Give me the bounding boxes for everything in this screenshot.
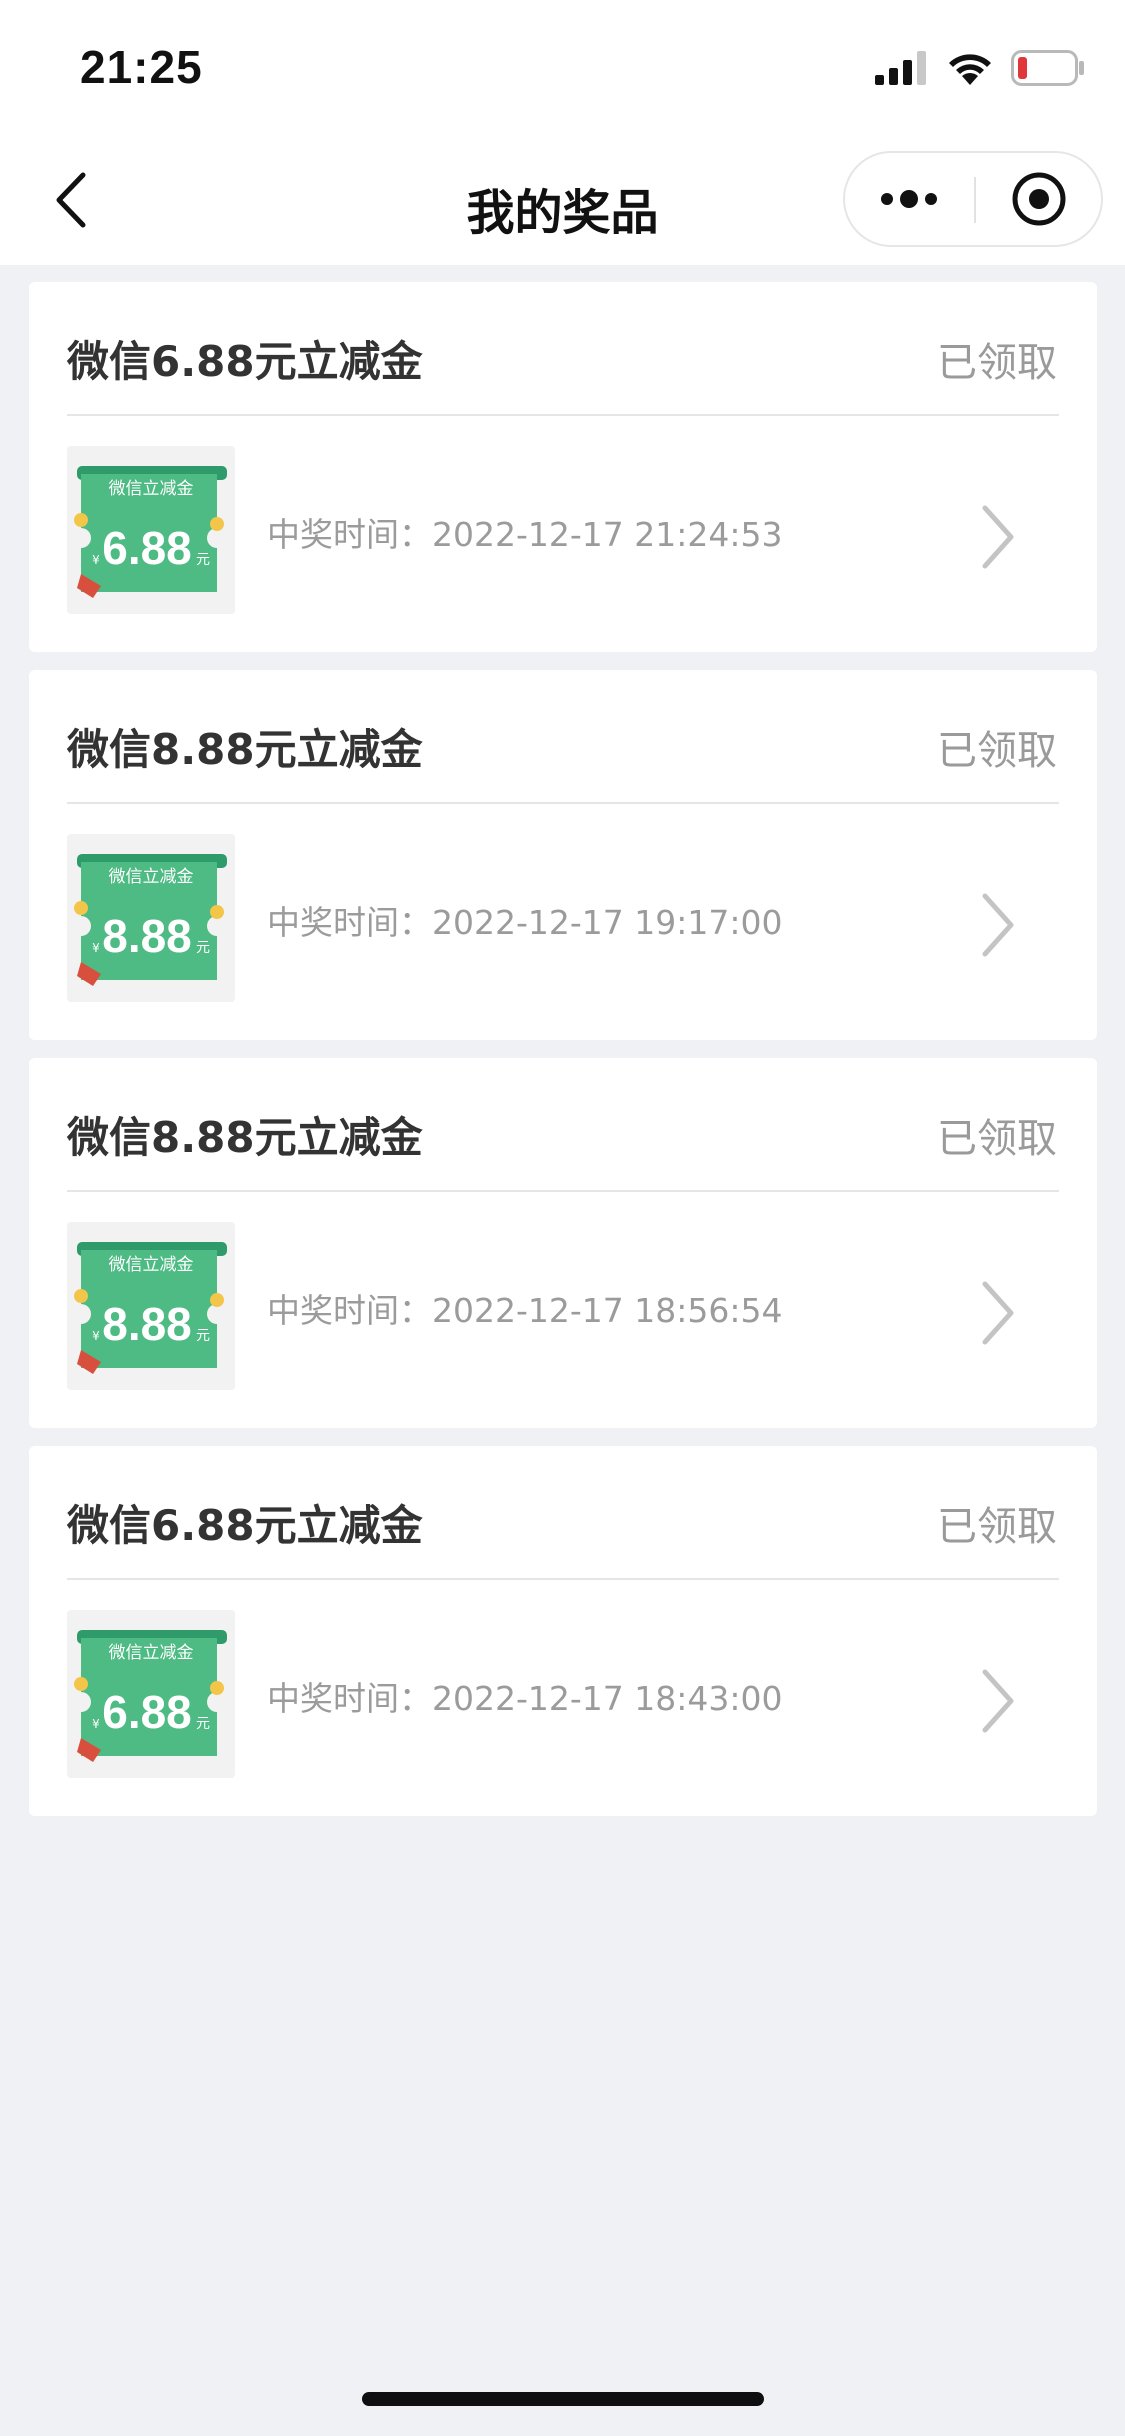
win-time: 中奖时间：2022-12-17 18:43:00 [267,1672,782,1720]
coupon-currency: ¥ [92,1329,100,1343]
coupon-image: 微信立减金 ¥ 8.88 元 [74,1242,227,1374]
coupon-thumbnail: 微信立减金 ¥ 6.88 元 [67,446,235,614]
card-divider [67,414,1059,416]
more-button[interactable] [845,153,973,245]
prize-card[interactable]: 微信6.88元立减金 已领取 微信立减金 ¥ 6.88 元 中奖时间：2022-… [29,282,1097,652]
coupon-amount: 8.88 [102,910,192,962]
prize-status: 已领取 [937,1116,1057,1162]
prize-list: 微信6.88元立减金 已领取 微信立减金 ¥ 6.88 元 中奖时间：2022-… [29,282,1097,1834]
coupon-unit: 元 [196,940,210,956]
card-divider [67,1578,1059,1580]
win-time: 中奖时间：2022-12-17 19:17:00 [267,896,782,944]
win-time-value: 2022-12-17 18:56:54 [432,1291,783,1330]
coupon-amount: 6.88 [102,522,192,574]
coupon-badge-text: 微信立减金 [109,867,194,887]
win-time-value: 2022-12-17 21:24:53 [432,515,783,554]
win-time-label: 中奖时间： [267,1291,432,1330]
coupon-unit: 元 [196,1716,210,1732]
target-circle-icon [1012,172,1065,226]
coupon-badge-text: 微信立减金 [109,1643,194,1663]
prize-card[interactable]: 微信8.88元立减金 已领取 微信立减金 ¥ 8.88 元 中奖时间：2022-… [29,670,1097,1040]
coupon-image: 微信立减金 ¥ 8.88 元 [74,854,227,986]
prize-title: 微信8.88元立减金 [67,725,423,774]
win-time-label: 中奖时间： [267,903,432,942]
card-divider [67,1190,1059,1192]
coupon-currency: ¥ [92,1717,100,1731]
more-dots-icon [881,190,937,208]
coupon-badge-text: 微信立减金 [109,1255,194,1275]
chevron-right-icon[interactable] [977,502,1017,572]
status-bar: 21:25 [0,0,1125,135]
win-time-value: 2022-12-17 18:43:00 [432,1679,783,1718]
coupon-unit: 元 [196,552,210,568]
wifi-icon [949,54,991,85]
win-time-label: 中奖时间： [267,1679,432,1718]
prize-status: 已领取 [937,1504,1057,1550]
nav-bar: 我的奖品 [0,135,1125,265]
prize-card[interactable]: 微信6.88元立减金 已领取 微信立减金 ¥ 6.88 元 中奖时间：2022-… [29,1446,1097,1816]
coupon-badge-text: 微信立减金 [109,479,194,499]
prize-title: 微信6.88元立减金 [67,337,423,386]
prize-card[interactable]: 微信8.88元立减金 已领取 微信立减金 ¥ 8.88 元 中奖时间：2022-… [29,1058,1097,1428]
coupon-thumbnail: 微信立减金 ¥ 8.88 元 [67,834,235,1002]
coupon-amount: 6.88 [102,1686,192,1738]
coupon-currency: ¥ [92,553,100,567]
win-time-label: 中奖时间： [267,515,432,554]
coupon-amount: 8.88 [102,1298,192,1350]
screen: 21:25 我的奖品 微信6.88元立减金 已领取 微信立减金 ¥ 6.88 元… [0,0,1125,2436]
coupon-image: 微信立减金 ¥ 6.88 元 [74,466,227,598]
chevron-right-icon[interactable] [977,1278,1017,1348]
win-time: 中奖时间：2022-12-17 18:56:54 [267,1284,782,1332]
close-miniprogram-button[interactable] [976,153,1101,245]
prize-title: 微信6.88元立减金 [67,1501,423,1550]
card-divider [67,802,1059,804]
coupon-thumbnail: 微信立减金 ¥ 8.88 元 [67,1222,235,1390]
win-time: 中奖时间：2022-12-17 21:24:53 [267,508,782,556]
status-icons [875,48,1085,88]
chevron-right-icon[interactable] [977,890,1017,960]
coupon-thumbnail: 微信立减金 ¥ 6.88 元 [67,1610,235,1778]
prize-status: 已领取 [937,728,1057,774]
cellular-signal-icon [875,51,926,85]
home-indicator [362,2392,764,2406]
coupon-currency: ¥ [92,941,100,955]
battery-low-icon [1011,50,1084,86]
prize-title: 微信8.88元立减金 [67,1113,423,1162]
mini-program-capsule [843,151,1103,247]
coupon-image: 微信立减金 ¥ 6.88 元 [74,1630,227,1762]
chevron-right-icon[interactable] [977,1666,1017,1736]
win-time-value: 2022-12-17 19:17:00 [432,903,783,942]
status-time: 21:25 [80,41,203,93]
coupon-unit: 元 [196,1328,210,1344]
prize-status: 已领取 [937,340,1057,386]
